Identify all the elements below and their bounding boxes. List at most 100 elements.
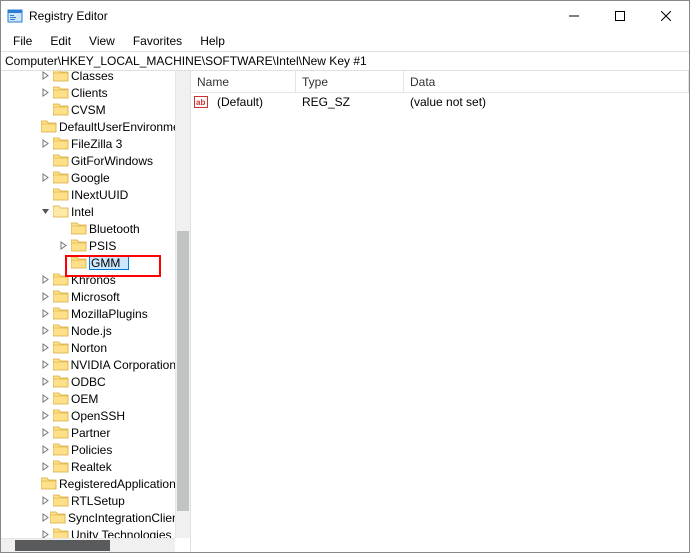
expand-icon[interactable] (41, 326, 53, 335)
expand-icon[interactable] (41, 275, 53, 284)
tree-item[interactable]: NVIDIA Corporation (1, 356, 176, 373)
folder-icon (53, 137, 69, 150)
expand-icon[interactable] (41, 173, 53, 182)
tree-item-label: Clients (71, 86, 108, 100)
expand-icon[interactable] (41, 343, 53, 352)
column-header-type[interactable]: Type (296, 71, 404, 92)
menu-file[interactable]: File (5, 33, 40, 49)
tree-item-label: PSIS (89, 239, 116, 253)
tree-item-label: Realtek (71, 460, 112, 474)
value-row[interactable]: ab (Default)REG_SZ(value not set) (191, 93, 689, 110)
expand-icon[interactable] (41, 377, 53, 386)
folder-icon (53, 341, 69, 354)
tree-item[interactable]: RTLSetup (1, 492, 176, 509)
folder-icon (53, 443, 69, 456)
tree-item[interactable]: Partner (1, 424, 176, 441)
tree-item[interactable] (1, 254, 176, 271)
tree-horizontal-scroll-thumb[interactable] (15, 540, 110, 551)
folder-icon (41, 120, 57, 133)
regedit-icon (7, 8, 23, 24)
tree-item[interactable]: Khronos (1, 271, 176, 288)
value-data: (value not set) (404, 95, 486, 109)
column-header-name[interactable]: Name (191, 71, 296, 92)
tree-item[interactable]: Classes (1, 71, 176, 84)
folder-icon (53, 290, 69, 303)
folder-icon (53, 171, 69, 184)
tree-item[interactable]: Google (1, 169, 176, 186)
tree-item[interactable]: SyncIntegrationClients (1, 509, 176, 526)
tree-item[interactable]: ODBC (1, 373, 176, 390)
folder-icon (53, 86, 69, 99)
maximize-button[interactable] (597, 1, 643, 31)
tree-item[interactable]: MozillaPlugins (1, 305, 176, 322)
tree-item-label: ODBC (71, 375, 106, 389)
tree-item-label: Partner (71, 426, 110, 440)
folder-icon (53, 273, 69, 286)
tree-item[interactable]: DefaultUserEnvironment (1, 118, 176, 135)
value-list-pane: Name Type Data ab (Default)REG_SZ(value … (191, 71, 689, 552)
expand-icon[interactable] (41, 496, 53, 505)
expand-icon[interactable] (41, 394, 53, 403)
tree-item[interactable]: Policies (1, 441, 176, 458)
tree-item[interactable]: GitForWindows (1, 152, 176, 169)
tree-scroll[interactable]: Classes Clients CVSM DefaultUserEnvironm… (1, 71, 190, 552)
tree-vertical-scroll-thumb[interactable] (177, 231, 189, 511)
tree-item-label: INextUUID (71, 188, 128, 202)
tree-item[interactable]: Clients (1, 84, 176, 101)
tree-item[interactable]: OEM (1, 390, 176, 407)
menu-favorites[interactable]: Favorites (125, 33, 190, 49)
tree-item[interactable]: RegisteredApplications (1, 475, 176, 492)
column-header-data[interactable]: Data (404, 71, 689, 92)
menu-edit[interactable]: Edit (42, 33, 79, 49)
tree-item-label: NVIDIA Corporation (71, 358, 176, 372)
tree-item[interactable]: Realtek (1, 458, 176, 475)
tree-item[interactable]: INextUUID (1, 186, 176, 203)
expand-icon[interactable] (41, 139, 53, 148)
address-path: Computer\HKEY_LOCAL_MACHINE\SOFTWARE\Int… (5, 54, 367, 68)
minimize-button[interactable] (551, 1, 597, 31)
expand-icon[interactable] (41, 428, 53, 437)
expand-icon[interactable] (41, 309, 53, 318)
expand-icon[interactable] (41, 513, 50, 522)
expand-icon[interactable] (41, 445, 53, 454)
tree-item-label: Bluetooth (89, 222, 140, 236)
tree-vertical-scrollbar[interactable] (175, 71, 190, 538)
tree-item[interactable]: OpenSSH (1, 407, 176, 424)
tree-item[interactable]: CVSM (1, 101, 176, 118)
folder-icon (53, 375, 69, 388)
tree-item[interactable]: Node.js (1, 322, 176, 339)
tree-item[interactable]: Bluetooth (1, 220, 176, 237)
tree-item[interactable]: Intel (1, 203, 176, 220)
folder-icon (53, 154, 69, 167)
expand-icon[interactable] (41, 462, 53, 471)
expand-icon[interactable] (41, 71, 53, 80)
tree-item[interactable]: FileZilla 3 (1, 135, 176, 152)
folder-icon (53, 307, 69, 320)
tree-item[interactable]: Norton (1, 339, 176, 356)
tree-item-label: SyncIntegrationClients (68, 511, 188, 525)
collapse-icon[interactable] (41, 207, 53, 216)
folder-icon (41, 477, 57, 490)
menu-view[interactable]: View (81, 33, 123, 49)
rename-input[interactable] (89, 256, 129, 270)
string-value-icon: ab (193, 94, 209, 110)
close-button[interactable] (643, 1, 689, 31)
expand-icon[interactable] (41, 88, 53, 97)
tree-item[interactable]: Microsoft (1, 288, 176, 305)
tree-item[interactable]: PSIS (1, 237, 176, 254)
tree-item-label: DefaultUserEnvironment (59, 120, 190, 134)
menu-help[interactable]: Help (192, 33, 233, 49)
tree-item-label: RTLSetup (71, 494, 125, 508)
expand-icon[interactable] (41, 292, 53, 301)
tree-item-label: Norton (71, 341, 107, 355)
tree-item-label: Policies (71, 443, 112, 457)
tree-horizontal-scrollbar[interactable] (1, 538, 175, 552)
expand-icon[interactable] (41, 411, 53, 420)
tree-item-label: OEM (71, 392, 98, 406)
folder-icon (50, 511, 66, 524)
list-body: ab (Default)REG_SZ(value not set) (191, 93, 689, 552)
expand-icon[interactable] (41, 360, 53, 369)
value-name: (Default) (211, 95, 296, 109)
expand-icon[interactable] (59, 241, 71, 250)
address-bar[interactable]: Computer\HKEY_LOCAL_MACHINE\SOFTWARE\Int… (1, 51, 689, 71)
